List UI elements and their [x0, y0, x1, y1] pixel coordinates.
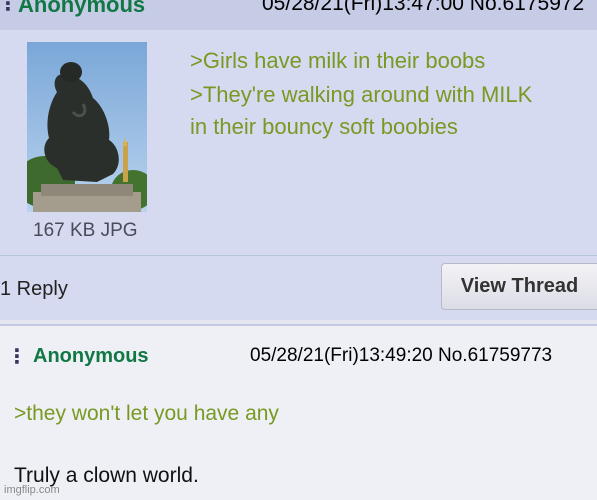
greentext-line: >They're walking around with MILK [190, 82, 533, 107]
divider [0, 255, 597, 256]
post-menu-icon[interactable]: ⋮ [0, 0, 18, 14]
reply-count[interactable]: 1 Reply [0, 278, 68, 301]
poster-name: Anonymous [18, 0, 146, 17]
post-2-header [0, 324, 597, 326]
poster-name: Anonymous [33, 345, 149, 367]
view-thread-button[interactable]: View Thread [441, 263, 597, 310]
post-meta: 05/28/21(Fri)13:47:00 No.6175972 [262, 0, 585, 15]
greentext-line: >they won't let you have any [14, 402, 279, 425]
watermark: imgflip.com [4, 484, 60, 496]
greentext-line: >Girls have milk in their boobs [190, 48, 486, 73]
post-meta: 05/28/21(Fri)13:49:20 No.61759773 [250, 345, 553, 366]
thumbnail-image[interactable] [27, 42, 147, 212]
post-menu-icon[interactable]: ⋮ [7, 347, 27, 367]
file-info[interactable]: 167 KB JPG [33, 220, 138, 242]
greentext-line: in their bouncy soft boobies [190, 114, 458, 139]
